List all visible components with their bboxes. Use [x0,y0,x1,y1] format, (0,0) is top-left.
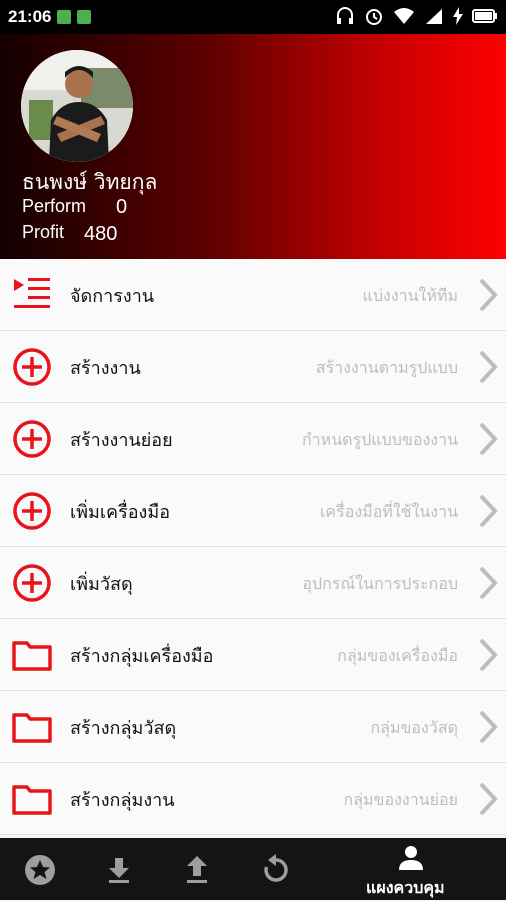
chevron-right-icon [479,422,498,456]
chevron-right-icon [479,350,498,384]
folder-icon [12,785,52,815]
star-icon [25,855,55,885]
menu-item-add-tool[interactable]: เพิ่มเครื่องมือ เครื่องมือที่ใช้ในงาน [0,475,506,547]
menu-item-description: เครื่องมือที่ใช้ในงาน [319,502,458,521]
avatar-photo [21,50,133,162]
menu-item-description: กลุ่มของวัสดุ [370,718,458,737]
perform-stat: Perform 0 [22,196,127,218]
menu-item-description: อุปกรณ์ในการประกอบ [302,574,458,593]
chevron-right-icon [479,782,498,816]
menu-item-create-task-group[interactable]: สร้างกลุ่มงาน กลุ่มของงานย่อย [0,763,506,835]
status-bar: 21:06 [0,0,506,34]
menu-item-create-task[interactable]: สร้างงาน สร้างงานตามรูปแบบ [0,331,506,403]
menu-item-create-subtask[interactable]: สร้างงานย่อย กำหนดรูปแบบของงาน [0,403,506,475]
alarm-icon [366,9,382,25]
chevron-right-icon [479,494,498,528]
menu-item-label: จัดการงาน [70,286,155,307]
folder-icon [12,713,52,743]
chevron-right-icon [479,566,498,600]
menu-item-label: เพิ่มวัสดุ [70,574,133,595]
bottom-nav: แผงควบคุม [0,838,506,900]
menu-item-description: กลุ่มของเครื่องมือ [337,646,458,665]
plus-circle-icon [13,564,51,602]
tab-refresh[interactable] [236,838,316,900]
menu-item-label: สร้างกลุ่มวัสดุ [70,718,177,739]
notification-icon [77,10,92,24]
menu-item-description: แบ่งงานให้ทีม [362,286,458,305]
menu-item-label: เพิ่มเครื่องมือ [70,502,171,523]
avatar[interactable] [21,50,133,162]
chevron-right-icon [479,710,498,744]
notification-icon [57,10,72,24]
charging-icon [453,7,463,25]
folder-icon [12,641,52,671]
menu-item-create-tool-group[interactable]: สร้างกลุ่มเครื่องมือ กลุ่มของเครื่องมือ [0,619,506,691]
menu-item-label: สร้างงานย่อย [70,430,173,451]
profile-header: ธนพงษ์ วิทยกุล Perform 0 Profit 480 [0,34,506,259]
perform-label: Perform [22,196,87,216]
chevron-right-icon [479,638,498,672]
status-time: 21:06 [8,7,52,26]
menu-item-description: สร้างงานตามรูปแบบ [315,358,458,377]
perform-value: 0 [116,196,128,218]
menu-item-manage-tasks[interactable]: จัดการงาน แบ่งงานให้ทีม [0,259,506,331]
menu-list: จัดการงาน แบ่งงานให้ทีม สร้างงาน สร้างงา… [0,259,506,835]
signal-icon [426,9,442,24]
user-name: ธนพงษ์ วิทยกุล [22,170,158,194]
headset-icon [337,7,353,24]
menu-item-add-material[interactable]: เพิ่มวัสดุ อุปกรณ์ในการประกอบ [0,547,506,619]
plus-circle-icon [13,420,51,458]
upload-icon [187,856,207,883]
profit-label: Profit [22,222,65,242]
battery-icon [472,9,497,23]
task-list-icon [14,278,50,308]
menu-item-label: สร้างกลุ่มงาน [70,790,175,811]
plus-circle-icon [13,492,51,530]
menu-item-label: สร้างงาน [70,358,141,379]
menu-item-description: กลุ่มของงานย่อย [343,790,459,809]
tab-favorites[interactable] [0,838,80,900]
profit-stat: Profit 480 [22,222,117,245]
menu-item-label: สร้างกลุ่มเครื่องมือ [70,646,214,667]
menu-item-description: กำหนดรูปแบบของงาน [301,430,458,449]
download-icon [109,858,129,883]
tab-download[interactable] [80,838,158,900]
refresh-icon [264,854,288,882]
tab-control-panel-label: แผงควบคุม [366,878,445,897]
plus-circle-icon [13,348,51,386]
person-icon [399,846,423,870]
tab-upload[interactable] [158,838,236,900]
profit-value: 480 [84,223,118,245]
wifi-icon [394,8,414,24]
chevron-right-icon [479,278,498,312]
menu-item-create-material-group[interactable]: สร้างกลุ่มวัสดุ กลุ่มของวัสดุ [0,691,506,763]
